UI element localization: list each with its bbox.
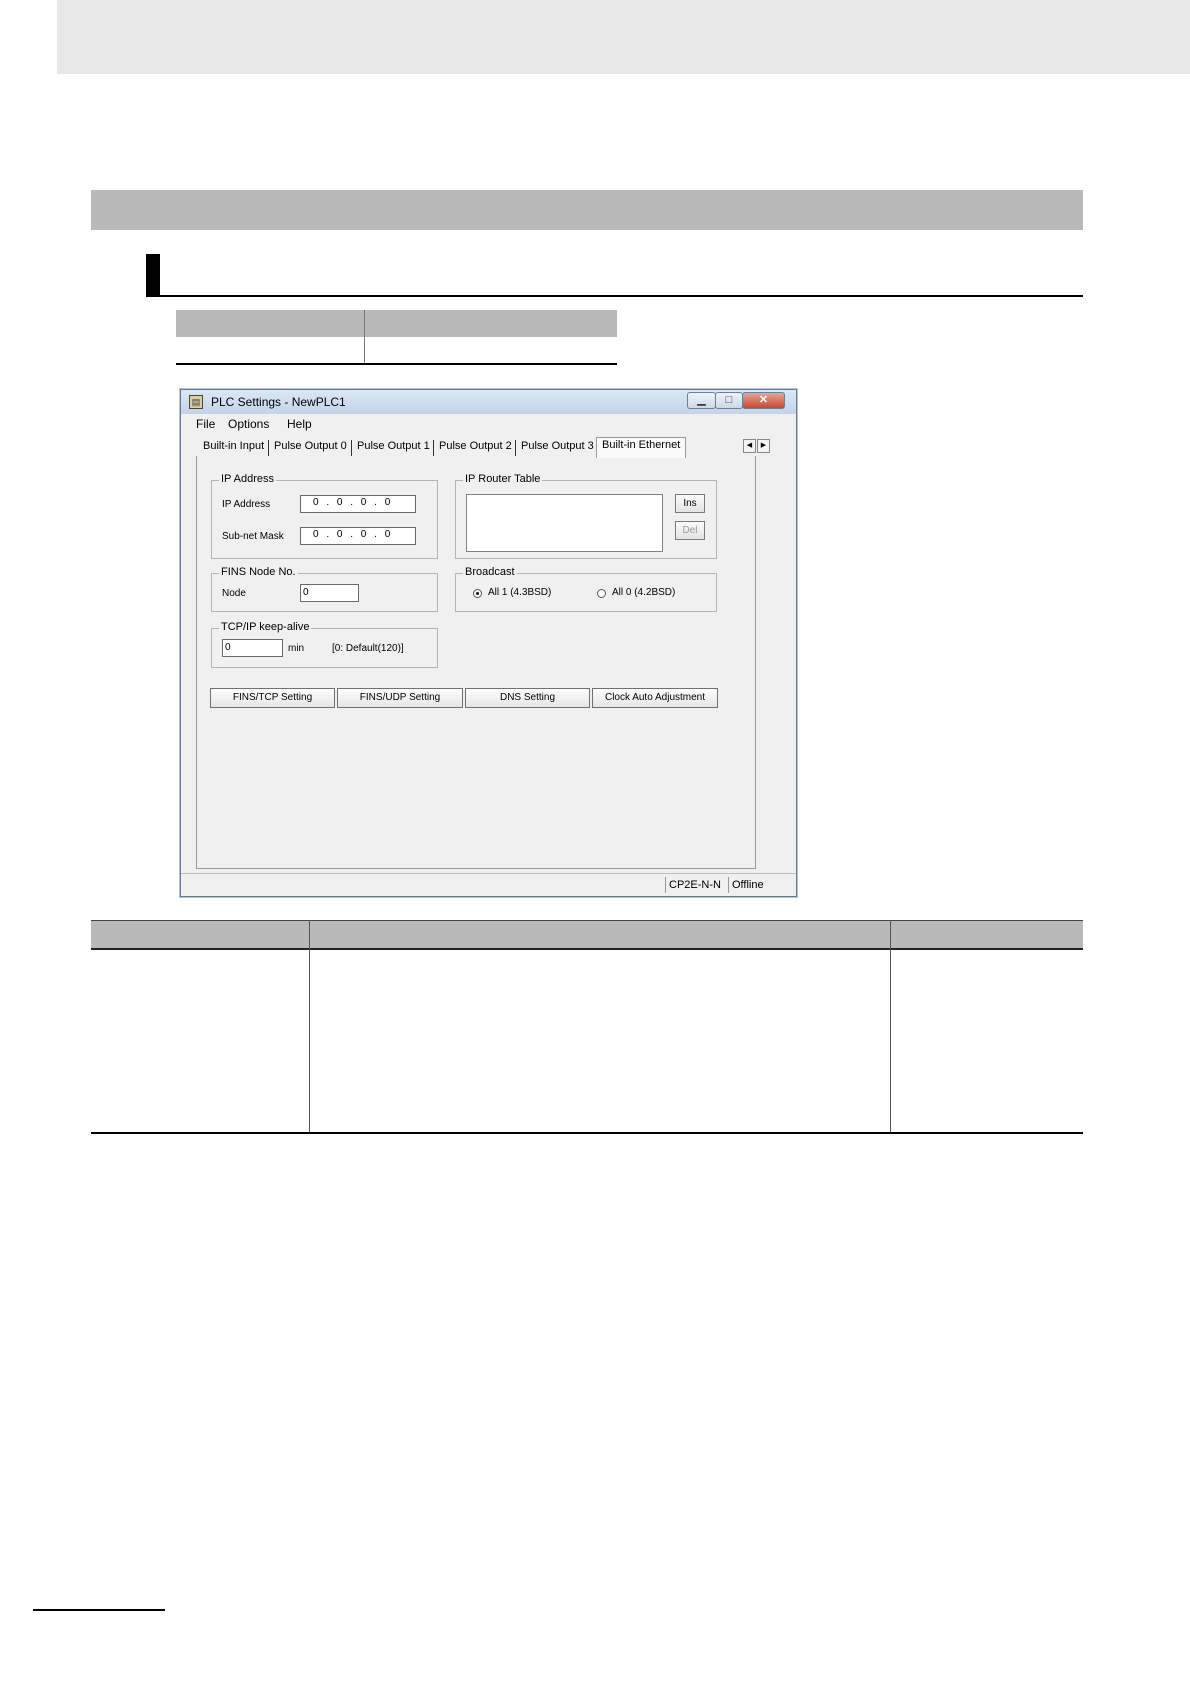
- footer-rule: [33, 1609, 165, 1611]
- summary-table: [176, 310, 617, 365]
- arrow-left-icon: ◀: [746, 442, 753, 449]
- tab-built-in-ethernet[interactable]: Built-in Ethernet: [596, 437, 687, 458]
- broadcast-all1-label[interactable]: All 1 (4.3BSD): [488, 587, 551, 598]
- clock-auto-adjustment-button[interactable]: Clock Auto Adjustment: [592, 688, 718, 708]
- status-bar: CP2E-N-N Offline: [181, 873, 796, 896]
- tcp-keep-alive-group: TCP/IP keep-alive 0 min [0: Default(120)…: [211, 621, 438, 668]
- ip-router-table-list[interactable]: [466, 494, 663, 552]
- fins-udp-setting-button[interactable]: FINS/UDP Setting: [337, 688, 463, 708]
- router-delete-button[interactable]: Del: [675, 521, 705, 540]
- router-insert-button[interactable]: Ins: [675, 494, 705, 513]
- menubar: File Options Help: [181, 415, 796, 433]
- broadcast-all0-radio[interactable]: [597, 589, 606, 598]
- section-title-bar: [91, 190, 1083, 230]
- tab-separator: [515, 440, 516, 456]
- ip-address-field[interactable]: 0 . 0 . 0 . 0: [300, 495, 416, 513]
- tab-separator: [268, 440, 269, 456]
- tab-pulse-output-2[interactable]: Pulse Output 2: [439, 440, 512, 452]
- summary-table-bottom-rule: [176, 363, 617, 365]
- tab-built-in-input[interactable]: Built-in Input: [203, 440, 264, 452]
- arrow-right-icon: ▶: [760, 442, 767, 449]
- fins-node-group-title: FINS Node No.: [219, 566, 298, 578]
- keep-alive-unit: min: [288, 643, 305, 654]
- summary-table-divider: [364, 310, 365, 365]
- broadcast-group-title: Broadcast: [463, 566, 517, 578]
- node-label: Node: [222, 588, 246, 599]
- maximize-button[interactable]: □: [715, 392, 743, 409]
- tcp-keep-alive-group-title: TCP/IP keep-alive: [219, 621, 312, 633]
- description-table-header: [91, 920, 1083, 950]
- ip-router-table-group: IP Router Table Ins Del: [455, 473, 717, 559]
- fins-node-group: FINS Node No. Node 0: [211, 566, 438, 612]
- tab-pulse-output-0[interactable]: Pulse Output 0: [274, 440, 347, 452]
- menu-options[interactable]: Options: [228, 417, 269, 431]
- window-title: PLC Settings - NewPLC1: [211, 395, 346, 409]
- subsection-heading-marker: [146, 254, 160, 296]
- tab-pulse-output-1[interactable]: Pulse Output 1: [357, 440, 430, 452]
- ip-address-group-title: IP Address: [219, 473, 276, 485]
- keep-alive-note: [0: Default(120)]: [332, 643, 404, 654]
- description-table: [91, 920, 1083, 1134]
- minimize-button[interactable]: ▁: [687, 392, 716, 409]
- description-table-divider-1: [309, 920, 310, 1134]
- dns-setting-button[interactable]: DNS Setting: [465, 688, 590, 708]
- node-number-field[interactable]: 0: [300, 584, 359, 602]
- subsection-heading-rule: [146, 295, 1083, 297]
- subnet-mask-label: Sub-net Mask: [222, 531, 284, 542]
- tab-scroll-right-button[interactable]: ▶: [757, 439, 770, 453]
- broadcast-all1-radio[interactable]: [473, 589, 482, 598]
- close-icon: ✕: [758, 394, 769, 406]
- minimize-icon: ▁: [697, 394, 706, 406]
- page-header-band: [57, 0, 1190, 74]
- status-model: CP2E-N-N: [665, 877, 721, 893]
- keep-alive-field[interactable]: 0: [222, 639, 283, 657]
- tab-separator: [433, 440, 434, 456]
- tab-separator: [351, 440, 352, 456]
- plc-settings-window: ▤ PLC Settings - NewPLC1 ▁ □ ✕ File Opti…: [180, 389, 797, 897]
- tab-scroll-left-button[interactable]: ◀: [743, 439, 756, 453]
- fins-tcp-setting-button[interactable]: FINS/TCP Setting: [210, 688, 335, 708]
- description-table-bottom-rule: [91, 1132, 1083, 1134]
- maximize-icon: □: [725, 394, 733, 406]
- app-icon: ▤: [189, 395, 203, 409]
- ip-router-table-group-title: IP Router Table: [463, 473, 543, 485]
- description-table-divider-2: [890, 920, 891, 1134]
- broadcast-group: Broadcast All 1 (4.3BSD) All 0 (4.2BSD): [455, 566, 717, 612]
- summary-table-header: [176, 310, 617, 337]
- broadcast-all0-label[interactable]: All 0 (4.2BSD): [612, 587, 675, 598]
- ip-address-group: IP Address IP Address 0 . 0 . 0 . 0 Sub-…: [211, 473, 438, 559]
- menu-file[interactable]: File: [196, 417, 215, 431]
- close-button[interactable]: ✕: [742, 392, 785, 409]
- subnet-mask-field[interactable]: 0 . 0 . 0 . 0: [300, 527, 416, 545]
- status-mode: Offline: [728, 877, 764, 893]
- window-titlebar[interactable]: ▤ PLC Settings - NewPLC1 ▁ □ ✕: [181, 390, 796, 414]
- menu-help[interactable]: Help: [287, 417, 312, 431]
- ip-address-label: IP Address: [222, 499, 271, 510]
- tab-pulse-output-3[interactable]: Pulse Output 3: [521, 440, 594, 452]
